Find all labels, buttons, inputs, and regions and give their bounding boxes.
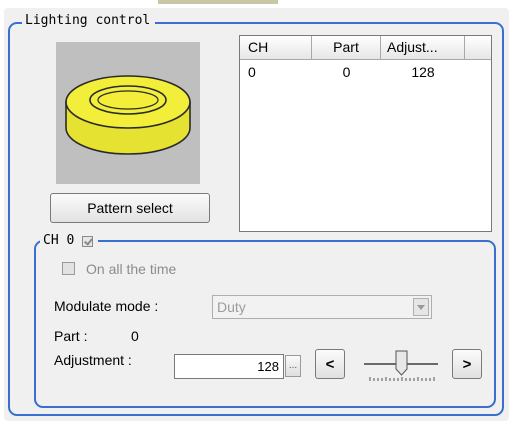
lighting-control-title: Lighting control [22,13,156,29]
cell-part: 0 [342,64,351,80]
ring-light-icon [65,75,191,155]
lighting-pattern-image [56,42,200,184]
on-all-the-time-checkbox[interactable] [62,262,75,275]
table-vertical-scrollbar-area [474,60,491,231]
column-header-part[interactable]: Part [312,36,381,60]
slider-thumb[interactable] [395,350,408,376]
cell-adjust: 128 [411,64,435,80]
modulate-mode-select[interactable]: Duty [212,295,432,319]
table-row[interactable]: 0 0 128 [240,62,491,82]
decrease-button[interactable]: < [315,349,345,379]
table-header: CH Part Adjust... [240,36,491,60]
part-value: 0 [131,328,139,344]
adjustment-input[interactable]: 128 [174,354,284,379]
channel-title: CH 0 [43,233,75,248]
channel-enable-checkbox[interactable] [82,235,94,247]
chevron-down-icon[interactable] [413,298,429,316]
adjustment-label: Adjustment : [54,352,132,368]
column-header-ch[interactable]: CH [240,36,312,60]
increase-button[interactable]: > [452,349,482,379]
top-strip [158,0,278,4]
slider-graphic [364,350,438,381]
cell-ch: 0 [248,64,256,80]
column-header-adjust[interactable]: Adjust... [381,36,465,60]
channel-group-header: CH 0 [40,233,99,249]
channel-table: CH Part Adjust... 0 0 128 [239,35,492,232]
column-header-filler [465,36,491,60]
adjustment-ellipsis-button[interactable]: ... [285,355,301,377]
part-label: Part : [54,328,88,344]
on-all-the-time-label: On all the time [86,261,177,277]
modulate-mode-value: Duty [217,299,246,315]
modulate-mode-label: Modulate mode : [54,298,159,314]
adjustment-slider[interactable] [362,347,440,387]
pattern-select-button[interactable]: Pattern select [50,193,210,223]
